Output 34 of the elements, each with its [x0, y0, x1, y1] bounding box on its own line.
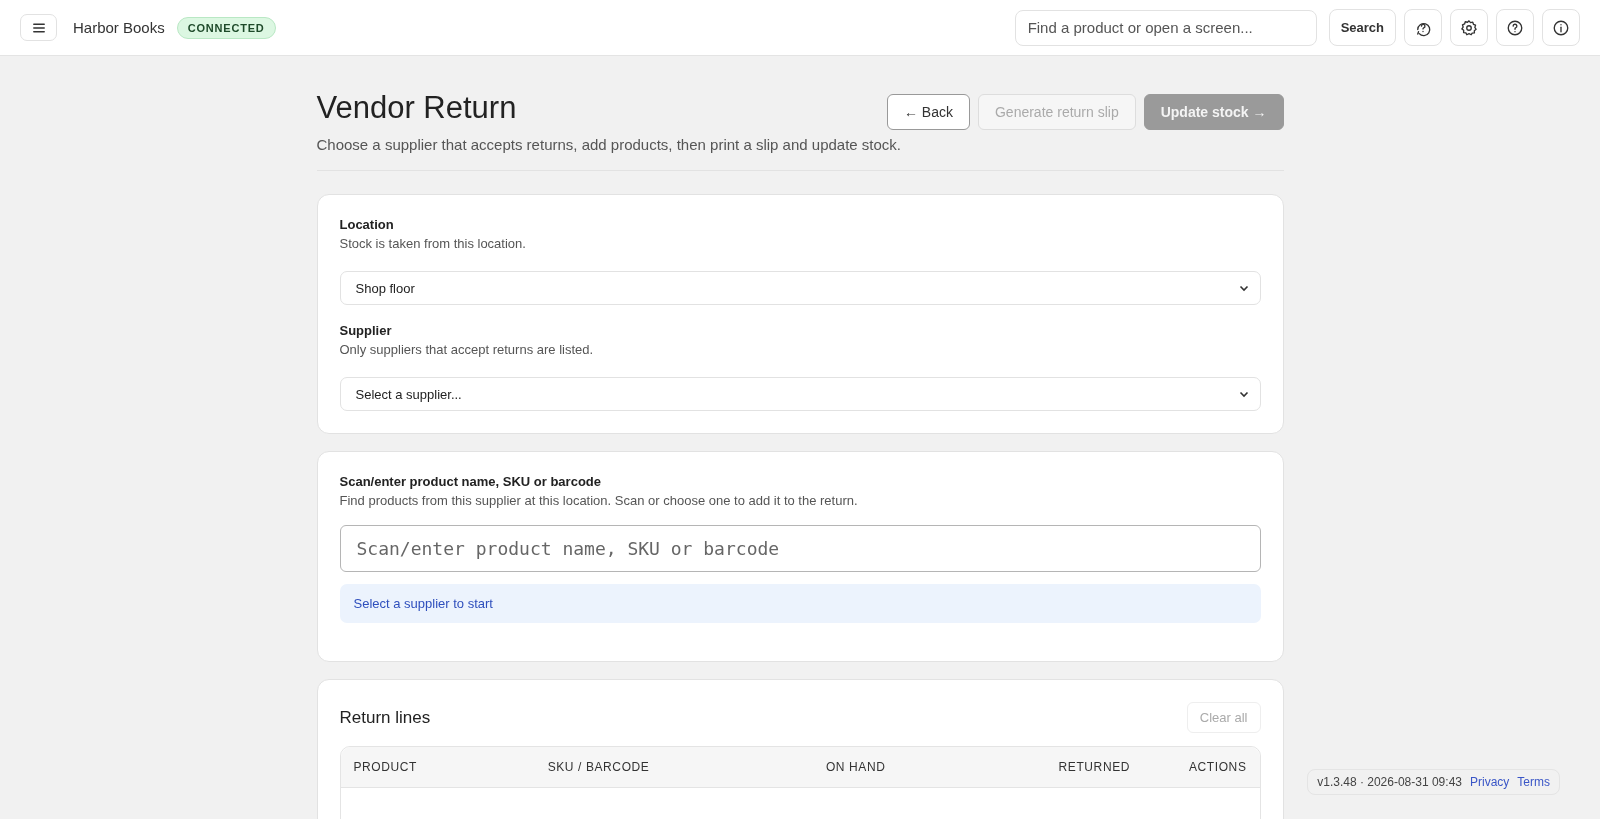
footer-link[interactable]: Terms: [1517, 775, 1550, 789]
page-title: Vendor Return: [316, 90, 517, 126]
field-hint: Stock is taken from this location.: [339, 236, 527, 251]
help-icon: [1506, 18, 1524, 37]
product-search-field[interactable]: Scan/enter product name, SKU or barcode: [339, 525, 1261, 572]
field-label: Supplier: [339, 323, 393, 338]
info-notice: Select a supplier to start: [339, 584, 1261, 623]
search-field[interactable]: Find a product or open a screen...: [1014, 9, 1317, 46]
status-badge: CONNECTED: [176, 16, 276, 39]
section-title: Return lines: [339, 707, 431, 728]
footer-link[interactable]: Privacy: [1470, 775, 1510, 789]
select-field[interactable]: Shop floor: [339, 271, 1261, 305]
info-button[interactable]: [1542, 9, 1580, 46]
info-icon: [1552, 18, 1570, 37]
field-label: Location: [339, 217, 395, 232]
field-hint: Find products from this supplier at this location. Scan or choose one to add it to the return.: [339, 493, 859, 508]
app-name: Harbor Books: [73, 19, 165, 36]
page-subtitle: Choose a supplier that accepts returns, add products, then print a slip and update stock.: [316, 136, 903, 153]
menu-button[interactable]: [20, 14, 57, 41]
column-header: ACTIONS: [1187, 760, 1247, 774]
column-header: RETURNED: [1057, 760, 1130, 774]
field-label: Scan/enter product name, SKU or barcode: [339, 474, 602, 489]
gear-icon: [1460, 18, 1478, 37]
column-header: SKU / BARCODE: [547, 760, 651, 774]
column-header: ON HAND: [825, 760, 887, 774]
action-button[interactable]: ← Back: [886, 94, 970, 130]
select-field[interactable]: Select a supplier...: [339, 377, 1261, 411]
help-chat-button[interactable]: [1404, 9, 1442, 46]
settings-button[interactable]: [1450, 9, 1488, 46]
search-button[interactable]: Search: [1328, 9, 1396, 46]
column-header: PRODUCT: [353, 760, 419, 774]
version-text: v1.3.48 · 2026-08-31 09:43: [1317, 775, 1462, 789]
help-button[interactable]: [1496, 9, 1534, 46]
field-hint: Only suppliers that accept returns are listed.: [339, 342, 595, 357]
